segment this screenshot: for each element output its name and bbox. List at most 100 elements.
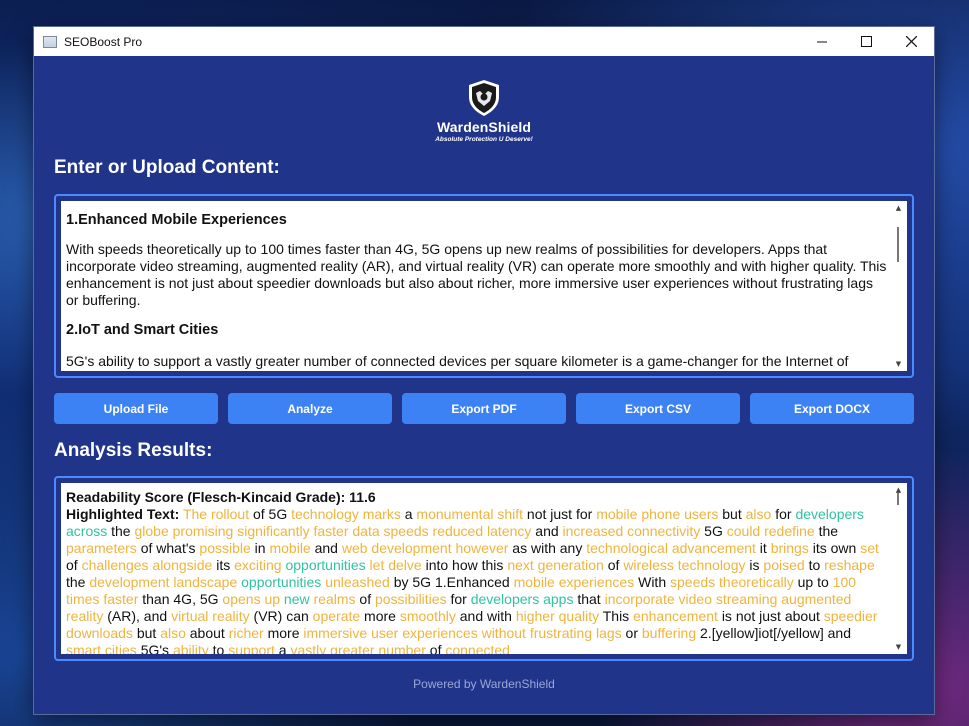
- footer-credit: Powered by WardenShield: [413, 677, 555, 691]
- plain-token: its own: [812, 540, 857, 556]
- highlight-token-yellow: ability: [172, 642, 209, 654]
- close-icon: [906, 36, 917, 47]
- highlight-token-yellow: mobile experiences: [513, 574, 635, 590]
- highlight-token-yellow: technological advancement: [586, 540, 756, 556]
- export-pdf-button[interactable]: Export PDF: [402, 393, 566, 424]
- highlight-token-yellow: exciting: [234, 557, 282, 573]
- highlight-token-yellow: vastly greater number: [290, 642, 426, 654]
- plain-token: for: [450, 591, 467, 607]
- analyze-button[interactable]: Analyze: [228, 393, 392, 424]
- highlight-token-yellow: buffering: [641, 625, 697, 641]
- minimize-button[interactable]: [799, 27, 844, 56]
- plain-token: 2.[yellow]iot[/yellow] and: [700, 625, 851, 641]
- highlight-token-yellow: enhancement: [633, 608, 718, 624]
- results-section-heading: Analysis Results:: [54, 440, 213, 461]
- highlight-token-yellow: operate: [312, 608, 361, 624]
- logo-name: WardenShield: [436, 119, 532, 135]
- plain-token: the: [111, 523, 131, 539]
- plain-token: of: [429, 642, 442, 654]
- highlight-token-yellow: speeds theoretically: [670, 574, 794, 590]
- plain-token: to: [808, 557, 821, 573]
- content-paragraph: 5G's ability to support a vastly greater…: [66, 353, 849, 369]
- plain-token: a: [278, 642, 287, 654]
- window-controls: [799, 27, 934, 56]
- highlight-token-yellow: possible: [199, 540, 251, 556]
- highlight-token-yellow: smoothly: [399, 608, 456, 624]
- highlight-token-yellow: rollout: [210, 506, 250, 522]
- results-text: Readability Score (Flesch-Kincaid Grade)…: [66, 489, 887, 654]
- maximize-icon: [861, 36, 872, 47]
- plain-token: up to: [797, 574, 829, 590]
- highlight-token-yellow: opens up: [222, 591, 281, 607]
- plain-token: (VR) can: [253, 608, 309, 624]
- title-bar[interactable]: SEOBoost Pro: [34, 27, 934, 56]
- app-icon: [43, 35, 57, 48]
- scroll-up-icon[interactable]: ▲: [890, 203, 907, 213]
- plain-token: the: [818, 523, 839, 539]
- highlight-token-yellow: let delve: [369, 557, 422, 573]
- close-button[interactable]: [889, 27, 934, 56]
- action-buttons: Upload File Analyze Export PDF Export CS…: [54, 393, 914, 424]
- readability-score: Readability Score (Flesch-Kincaid Grade)…: [66, 489, 376, 505]
- highlight-token-yellow: globe promising significantly faster dat…: [134, 523, 532, 539]
- input-scrollbar[interactable]: ▲ ▼: [890, 201, 907, 371]
- plain-token: not just for: [526, 506, 593, 522]
- scroll-thumb[interactable]: [897, 227, 899, 262]
- plain-token: its: [216, 557, 231, 573]
- results-output[interactable]: Readability Score (Flesch-Kincaid Grade)…: [61, 483, 907, 654]
- results-scrollbar[interactable]: ▲ ▼: [890, 483, 907, 654]
- scroll-down-icon[interactable]: ▼: [890, 642, 907, 652]
- highlight-token-yellow: development landscape: [89, 574, 238, 590]
- highlight-token-yellow: smart cities: [66, 642, 137, 654]
- upload-file-button[interactable]: Upload File: [54, 393, 218, 424]
- results-frame: Readability Score (Flesch-Kincaid Grade)…: [54, 476, 914, 661]
- content-heading: 1.Enhanced Mobile Experiences: [66, 212, 287, 228]
- plain-token: by 5G 1.Enhanced: [393, 574, 510, 590]
- plain-token: is: [749, 557, 760, 573]
- highlight-token-yellow: connected: [445, 642, 510, 654]
- highlight-token-yellow: challenges alongside: [81, 557, 213, 573]
- highlight-token-yellow: also: [160, 625, 186, 641]
- plain-token: as with any: [512, 540, 583, 556]
- plain-token: to: [212, 642, 225, 654]
- highlight-token-teal: developers apps: [470, 591, 574, 607]
- content-input[interactable]: 1.Enhanced Mobile Experiences With speed…: [61, 201, 907, 371]
- highlight-token-yellow: support: [228, 642, 275, 654]
- minimize-icon: [816, 41, 827, 42]
- highlight-token-yellow: virtual reality: [171, 608, 250, 624]
- highlight-token-yellow: increased connectivity: [562, 523, 701, 539]
- plain-token: and with: [459, 608, 512, 624]
- highlight-token-yellow: reshape: [824, 557, 875, 573]
- plain-token: of: [66, 557, 78, 573]
- plain-token: (AR), and: [107, 608, 168, 624]
- highlight-token-yellow: parameters: [66, 540, 137, 556]
- maximize-button[interactable]: [844, 27, 889, 56]
- plain-token: but: [722, 506, 742, 522]
- plain-token: into how this: [425, 557, 504, 573]
- plain-token: and: [314, 540, 338, 556]
- scroll-thumb[interactable]: [897, 493, 899, 505]
- highlight-token-yellow: realms: [313, 591, 356, 607]
- highlight-token-yellow: set: [860, 540, 879, 556]
- highlight-token-yellow: redefine: [764, 523, 815, 539]
- highlight-token-yellow: poised: [763, 557, 805, 573]
- highlight-token-yellow: The: [182, 506, 208, 522]
- app-window: SEOBoost Pro WardenShield Absolute Prote…: [34, 27, 934, 714]
- brand-logo: WardenShield Absolute Protection U Deser…: [34, 79, 934, 143]
- plain-token: more: [364, 608, 396, 624]
- plain-token: or: [625, 625, 638, 641]
- highlight-token-yellow: next generation: [507, 557, 604, 573]
- plain-token: than 4G, 5G: [142, 591, 219, 607]
- plain-token: more: [267, 625, 300, 641]
- scroll-down-icon[interactable]: ▼: [890, 359, 907, 369]
- highlight-token-yellow: wireless: [623, 557, 674, 573]
- export-docx-button[interactable]: Export DOCX: [750, 393, 914, 424]
- highlight-token-yellow: technology marks: [291, 506, 401, 522]
- plain-token: is not just about: [721, 608, 820, 624]
- highlight-token-yellow: web development however: [341, 540, 509, 556]
- content-input-text: 1.Enhanced Mobile Experiences With speed…: [66, 201, 887, 370]
- logo-tagline: Absolute Protection U Deserve!: [435, 136, 533, 143]
- highlight-token-yellow: mobile phone users: [596, 506, 719, 522]
- export-csv-button[interactable]: Export CSV: [576, 393, 740, 424]
- plain-token: it: [759, 540, 767, 556]
